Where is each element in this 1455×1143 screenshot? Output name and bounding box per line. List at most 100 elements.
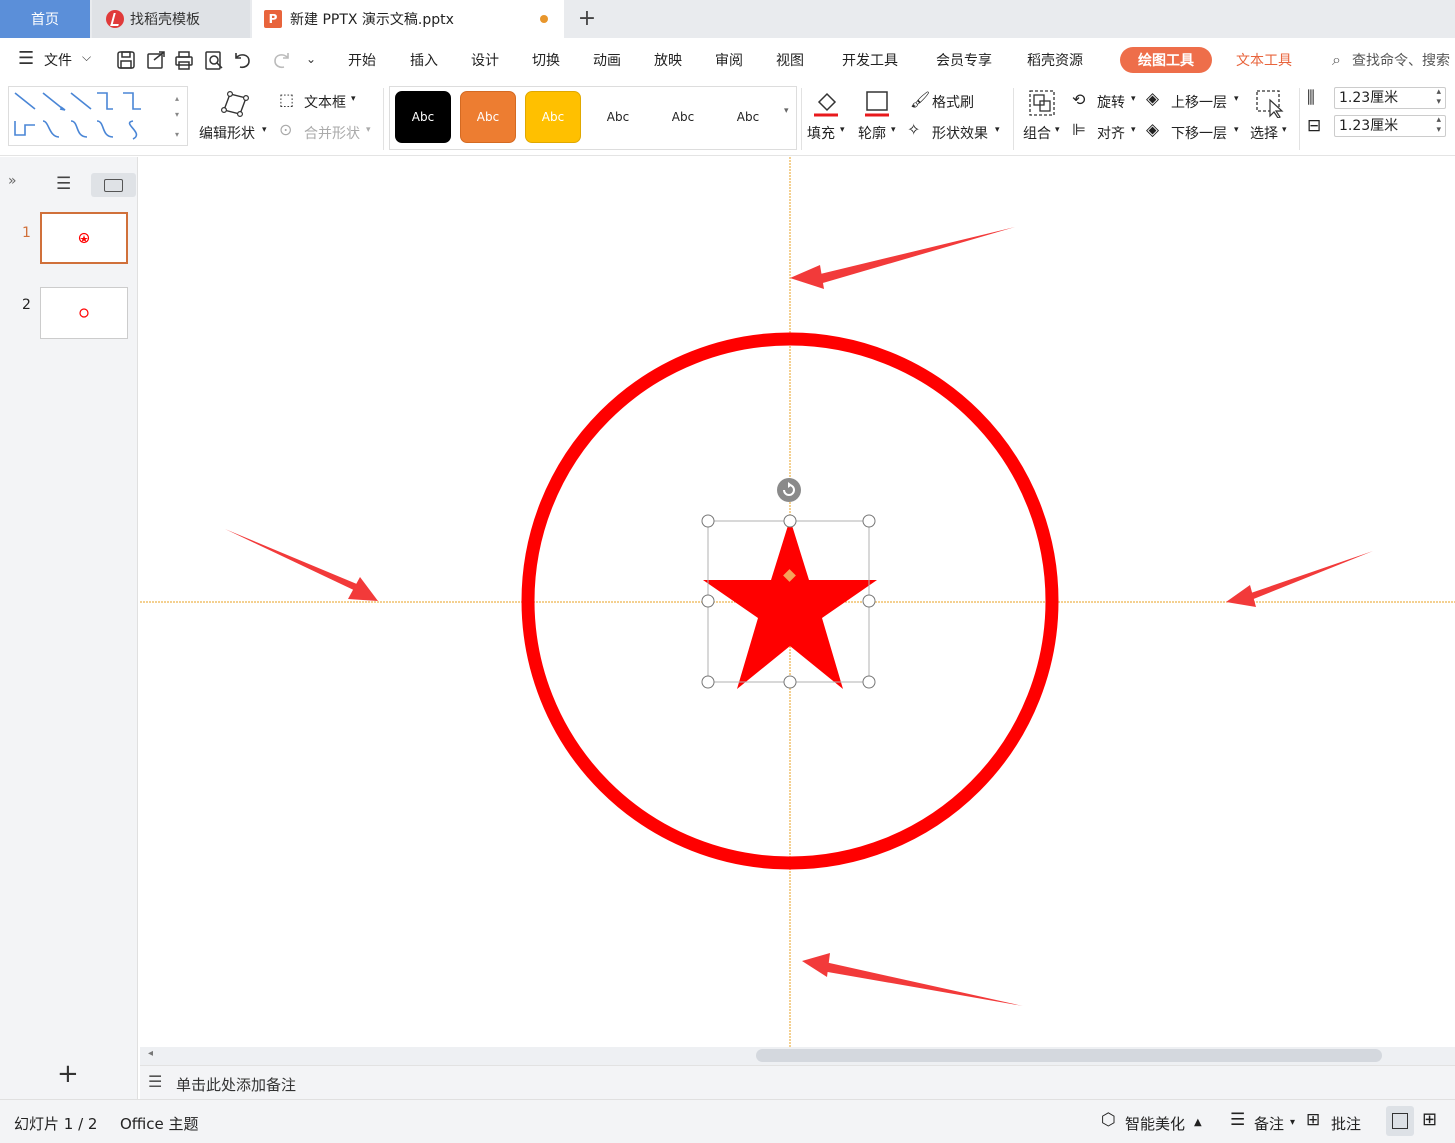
fill-bucket-icon[interactable] bbox=[811, 88, 841, 118]
collapse-panel-icon[interactable]: » bbox=[8, 173, 17, 189]
normal-view-button[interactable] bbox=[1386, 1106, 1414, 1136]
menu-insert[interactable]: 插入 bbox=[410, 50, 438, 70]
shape-effect-label[interactable]: 形状效果 bbox=[932, 123, 988, 143]
select-icon[interactable] bbox=[1254, 88, 1286, 118]
shape-style-6[interactable]: Abc bbox=[720, 91, 776, 143]
line-shape-gallery[interactable]: ▴ ▾ ▾ bbox=[8, 86, 188, 146]
menu-file[interactable]: 文件 bbox=[44, 50, 72, 70]
group-label[interactable]: 组合 bbox=[1023, 123, 1051, 143]
shape-width-input[interactable]: 1.23厘米 bbox=[1334, 115, 1446, 137]
send-backward-icon[interactable]: ◈ bbox=[1146, 120, 1159, 140]
add-slide-button[interactable]: + bbox=[57, 1061, 79, 1087]
shape-style-3[interactable]: Abc bbox=[525, 91, 581, 143]
export-icon[interactable] bbox=[147, 51, 165, 69]
rotate-handle-icon[interactable] bbox=[777, 478, 801, 502]
edit-shape-chevron-icon[interactable]: ▾ bbox=[262, 125, 267, 135]
menu-start[interactable]: 开始 bbox=[348, 50, 376, 70]
menu-text-tools[interactable]: 文本工具 bbox=[1236, 50, 1292, 70]
rotate-label[interactable]: 旋转 bbox=[1097, 92, 1125, 112]
tab-document[interactable]: P 新建 PPTX 演示文稿.pptx bbox=[252, 0, 564, 38]
menu-review[interactable]: 审阅 bbox=[715, 50, 743, 70]
shape-height-input[interactable]: 1.23厘米 bbox=[1334, 87, 1446, 109]
format-brush-icon[interactable]: 🖌 bbox=[910, 90, 930, 109]
new-tab-button[interactable]: + bbox=[576, 6, 598, 31]
notes-chevron-icon[interactable]: ▾ bbox=[1290, 1117, 1295, 1128]
menu-developer[interactable]: 开发工具 bbox=[842, 50, 898, 70]
text-box-chevron-icon[interactable]: ▾ bbox=[351, 94, 356, 104]
menu-animation[interactable]: 动画 bbox=[593, 50, 621, 70]
scroll-left-icon[interactable]: ◂ bbox=[148, 1048, 153, 1059]
smart-beautify-chevron-icon[interactable]: ▲ bbox=[1194, 1117, 1202, 1128]
align-label[interactable]: 对齐 bbox=[1097, 123, 1125, 143]
menu-view[interactable]: 视图 bbox=[776, 50, 804, 70]
tab-template[interactable]: 找稻壳模板 bbox=[92, 0, 250, 38]
group-chevron-icon[interactable]: ▾ bbox=[1055, 125, 1060, 135]
menu-docer-resources[interactable]: 稻壳资源 bbox=[1027, 50, 1083, 70]
menu-design[interactable]: 设计 bbox=[471, 50, 499, 70]
notes-toggle-icon[interactable]: ☰ bbox=[1230, 1110, 1245, 1130]
text-box-label[interactable]: 文本框 bbox=[304, 92, 346, 112]
slide-thumbnail-1[interactable] bbox=[40, 212, 128, 264]
search-icon[interactable]: ⌕ bbox=[1332, 50, 1341, 70]
fill-chevron-icon[interactable]: ▾ bbox=[840, 125, 845, 135]
menu-member[interactable]: 会员专享 bbox=[936, 50, 992, 70]
menu-transition[interactable]: 切换 bbox=[532, 50, 560, 70]
undo-icon[interactable] bbox=[235, 53, 250, 69]
align-icon[interactable]: ⊫ bbox=[1072, 120, 1086, 139]
outline-icon[interactable] bbox=[862, 88, 892, 118]
notes-placeholder[interactable]: 单击此处添加备注 bbox=[176, 1074, 296, 1095]
horizontal-scrollbar[interactable]: ◂ bbox=[140, 1047, 1455, 1065]
merge-shape-label: 合并形状 bbox=[304, 126, 360, 142]
group-icon[interactable] bbox=[1027, 88, 1057, 118]
theme-name[interactable]: Office 主题 bbox=[120, 1113, 199, 1134]
send-backward-chevron-icon[interactable]: ▾ bbox=[1234, 125, 1239, 135]
smart-beautify-button[interactable]: 智能美化 bbox=[1125, 1113, 1185, 1134]
rotate-chevron-icon[interactable]: ▾ bbox=[1131, 94, 1136, 104]
print-preview-icon[interactable] bbox=[205, 51, 223, 70]
slide-view-tab[interactable] bbox=[91, 173, 136, 197]
text-box-icon[interactable]: ⬚ bbox=[279, 90, 294, 109]
shape-style-1[interactable]: Abc bbox=[395, 91, 451, 143]
slide-thumbnail-2[interactable] bbox=[40, 287, 128, 339]
chevron-down-icon[interactable]: ⌵ bbox=[82, 50, 91, 65]
bring-forward-label[interactable]: 上移一层 bbox=[1171, 92, 1227, 112]
format-brush-label[interactable]: 格式刷 bbox=[932, 92, 974, 112]
print-icon[interactable] bbox=[175, 51, 193, 70]
red-star-shape[interactable] bbox=[703, 519, 877, 689]
bring-forward-chevron-icon[interactable]: ▾ bbox=[1234, 94, 1239, 104]
comments-button[interactable]: 批注 bbox=[1331, 1113, 1361, 1134]
search-command-input[interactable]: 查找命令、搜索 bbox=[1352, 50, 1450, 70]
smart-beautify-icon[interactable]: ⬡ bbox=[1101, 1110, 1116, 1130]
slide-sorter-icon[interactable]: ⊞ bbox=[1422, 1109, 1437, 1130]
comment-icon[interactable]: ⊞ bbox=[1306, 1110, 1320, 1130]
outline-chevron-icon[interactable]: ▾ bbox=[891, 125, 896, 135]
rotate-icon[interactable]: ⟲ bbox=[1072, 90, 1085, 109]
hamburger-icon[interactable]: ☰ bbox=[18, 48, 34, 69]
shape-style-2[interactable]: Abc bbox=[460, 91, 516, 143]
edit-shape-icon[interactable] bbox=[218, 88, 252, 118]
outline-label[interactable]: 轮廓 bbox=[858, 123, 886, 143]
customize-chevron-icon[interactable]: ⌄ bbox=[306, 52, 316, 66]
select-chevron-icon[interactable]: ▾ bbox=[1282, 125, 1287, 135]
notes-toggle-button[interactable]: 备注 bbox=[1254, 1113, 1284, 1134]
save-icon[interactable] bbox=[117, 51, 135, 69]
menu-drawing-tools[interactable]: 绘图工具 bbox=[1120, 47, 1212, 73]
redo-icon[interactable] bbox=[274, 53, 289, 69]
fill-label[interactable]: 填充 bbox=[807, 123, 835, 143]
scrollbar-thumb[interactable] bbox=[756, 1049, 1382, 1062]
outline-view-icon[interactable]: ☰ bbox=[56, 174, 71, 194]
style-gallery-more-icon[interactable]: ▾ bbox=[784, 106, 789, 116]
slide-canvas[interactable] bbox=[140, 157, 1455, 1047]
menu-slideshow[interactable]: 放映 bbox=[654, 50, 682, 70]
shape-effect-chevron-icon[interactable]: ▾ bbox=[995, 125, 1000, 135]
send-backward-label[interactable]: 下移一层 bbox=[1171, 123, 1227, 143]
select-label[interactable]: 选择 bbox=[1250, 123, 1278, 143]
align-chevron-icon[interactable]: ▾ bbox=[1131, 125, 1136, 135]
shape-effect-icon[interactable]: ✧ bbox=[907, 120, 920, 139]
shape-style-5[interactable]: Abc bbox=[655, 91, 711, 143]
bring-forward-icon[interactable]: ◈ bbox=[1146, 89, 1159, 109]
notes-pane[interactable]: ☰ 单击此处添加备注 bbox=[140, 1065, 1455, 1099]
shape-style-4[interactable]: Abc bbox=[590, 91, 646, 143]
edit-shape-label[interactable]: 编辑形状 bbox=[199, 123, 255, 143]
tab-home[interactable]: 首页 bbox=[0, 0, 90, 38]
